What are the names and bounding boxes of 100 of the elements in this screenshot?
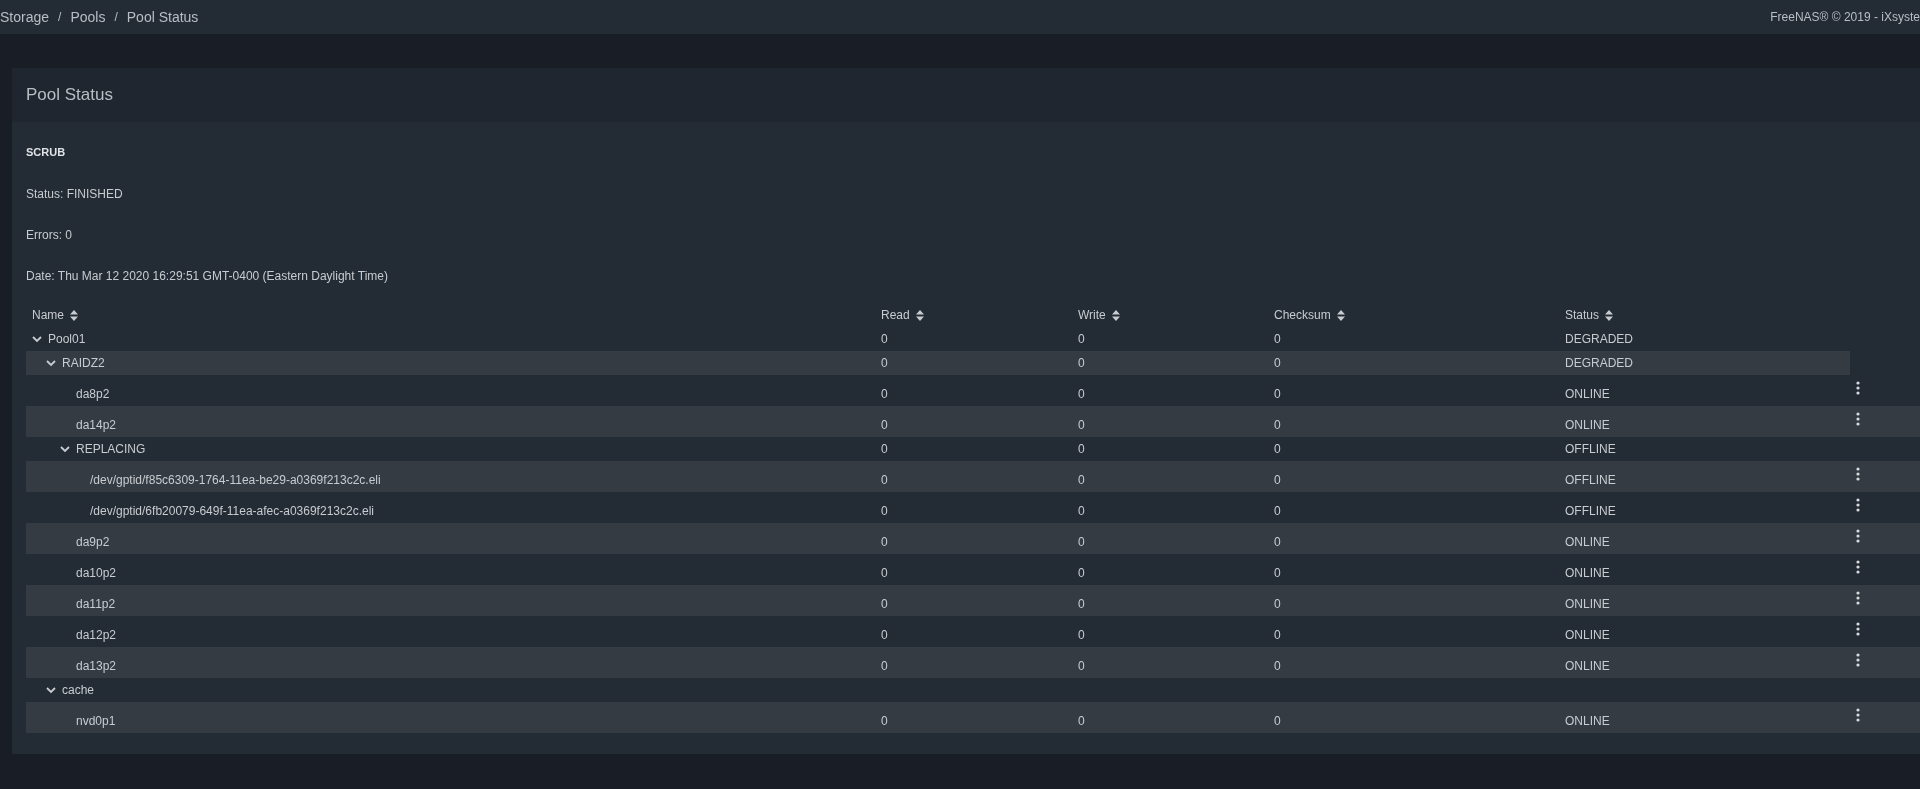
status-text: DEGRADED [1565,356,1633,370]
status-text: OFFLINE [1565,442,1616,456]
breadcrumb-link[interactable]: Pools [70,6,106,28]
error-count: 0 [1274,565,1281,580]
error-count: 0 [1078,442,1085,456]
more-options-button[interactable] [1854,496,1862,513]
copyright-text: FreeNAS® © 2019 - iXsyste [1770,9,1920,26]
device-name: da14p2 [76,416,117,434]
more-options-button[interactable] [1854,706,1862,723]
error-count: 0 [1274,596,1281,611]
sort-icon [915,309,924,321]
breadcrumb-separator: / [58,9,62,26]
vdev-name: REPLACING [76,441,146,458]
column-header[interactable]: Checksum [1274,306,1565,324]
error-count: 0 [1078,417,1085,432]
device-name: da12p2 [76,626,117,644]
panel-title: Pool Status [26,84,113,107]
device-name: da8p2 [76,385,110,403]
more-options-button[interactable] [1854,379,1862,396]
error-count: 0 [881,627,888,642]
chevron-down-icon [60,445,70,453]
vdev-name: Pool01 [48,331,86,348]
device-name: da10p2 [76,564,117,582]
status-text: DEGRADED [1565,332,1633,346]
more-options-button[interactable] [1854,465,1862,482]
column-header[interactable]: Status [1565,306,1841,324]
scrub-info-text: Status: FINISHED [26,186,124,199]
scrub-info-text: Date: Thu Mar 12 2020 16:29:51 GMT-0400 (Eastern Daylight Time) [26,268,389,281]
error-count: 0 [881,658,888,673]
error-count: 0 [1078,658,1085,673]
sort-icon [1111,309,1120,321]
vertical-dots-icon [1856,411,1860,426]
sort-icon [70,309,78,321]
error-count: 0 [1274,332,1281,346]
vdev-name: RAIDZ2 [62,355,105,372]
vertical-dots-icon [1856,707,1860,722]
more-options-button[interactable] [1854,589,1862,606]
status-text: ONLINE [1565,534,1610,549]
chevron-down-icon [32,335,42,343]
more-options-button[interactable] [1854,651,1862,668]
error-count: 0 [1078,534,1085,549]
vertical-dots-icon [1856,621,1860,636]
error-count: 0 [1274,356,1281,370]
error-count: 0 [881,472,888,487]
error-count: 0 [1274,658,1281,673]
breadcrumb-link[interactable]: Pool Status [126,6,199,28]
column-header[interactable]: Name [32,306,881,324]
device-name: da9p2 [76,533,110,551]
vertical-dots-icon [1856,652,1860,667]
error-count: 0 [1274,442,1281,456]
error-count: 0 [881,565,888,580]
error-count: 0 [1078,596,1085,611]
scrub-info-text: Errors: 0 [26,227,73,240]
error-count: 0 [881,417,888,432]
status-text: ONLINE [1565,658,1610,673]
vertical-dots-icon [1856,380,1860,395]
column-header[interactable]: Read [881,306,1078,324]
status-text: ONLINE [1565,713,1610,728]
error-count: 0 [881,332,888,346]
error-count: 0 [881,596,888,611]
breadcrumb-link[interactable]: Storage [0,6,50,28]
error-count: 0 [1274,713,1281,728]
device-name: /dev/gptid/6fb20079-649f-11ea-afec-a0369f213c2c.eli [90,502,374,520]
status-text: ONLINE [1565,596,1610,611]
vertical-dots-icon [1856,497,1860,512]
error-count: 0 [1078,713,1085,728]
device-name: da13p2 [76,657,117,675]
more-options-button[interactable] [1854,558,1862,575]
vdev-name: cache [62,682,95,699]
error-count: 0 [881,442,888,456]
status-text: OFFLINE [1565,503,1616,518]
error-count: 0 [1274,386,1281,401]
breadcrumb-separator: / [114,9,118,26]
error-count: 0 [881,534,888,549]
status-text: ONLINE [1565,417,1610,432]
error-count: 0 [1078,332,1085,346]
error-count: 0 [1078,386,1085,401]
error-count: 0 [1078,472,1085,487]
more-options-button[interactable] [1854,410,1862,427]
error-count: 0 [1274,627,1281,642]
error-count: 0 [1274,503,1281,518]
vertical-dots-icon [1856,590,1860,605]
status-text: ONLINE [1565,627,1610,642]
more-options-button[interactable] [1854,527,1862,544]
chevron-down-icon [46,686,56,694]
error-count: 0 [1274,472,1281,487]
error-count: 0 [1274,534,1281,549]
vertical-dots-icon [1856,559,1860,574]
error-count: 0 [1078,356,1085,370]
error-count: 0 [1078,627,1085,642]
column-header[interactable]: Write [1078,306,1274,324]
device-name: nvd0p1 [76,712,116,730]
error-count: 0 [881,713,888,728]
sort-icon [1336,309,1345,321]
error-count: 0 [881,356,888,370]
error-count: 0 [1078,503,1085,518]
error-count: 0 [1274,417,1281,432]
error-count: 0 [1078,565,1085,580]
status-text: ONLINE [1565,565,1610,580]
more-options-button[interactable] [1854,620,1862,637]
